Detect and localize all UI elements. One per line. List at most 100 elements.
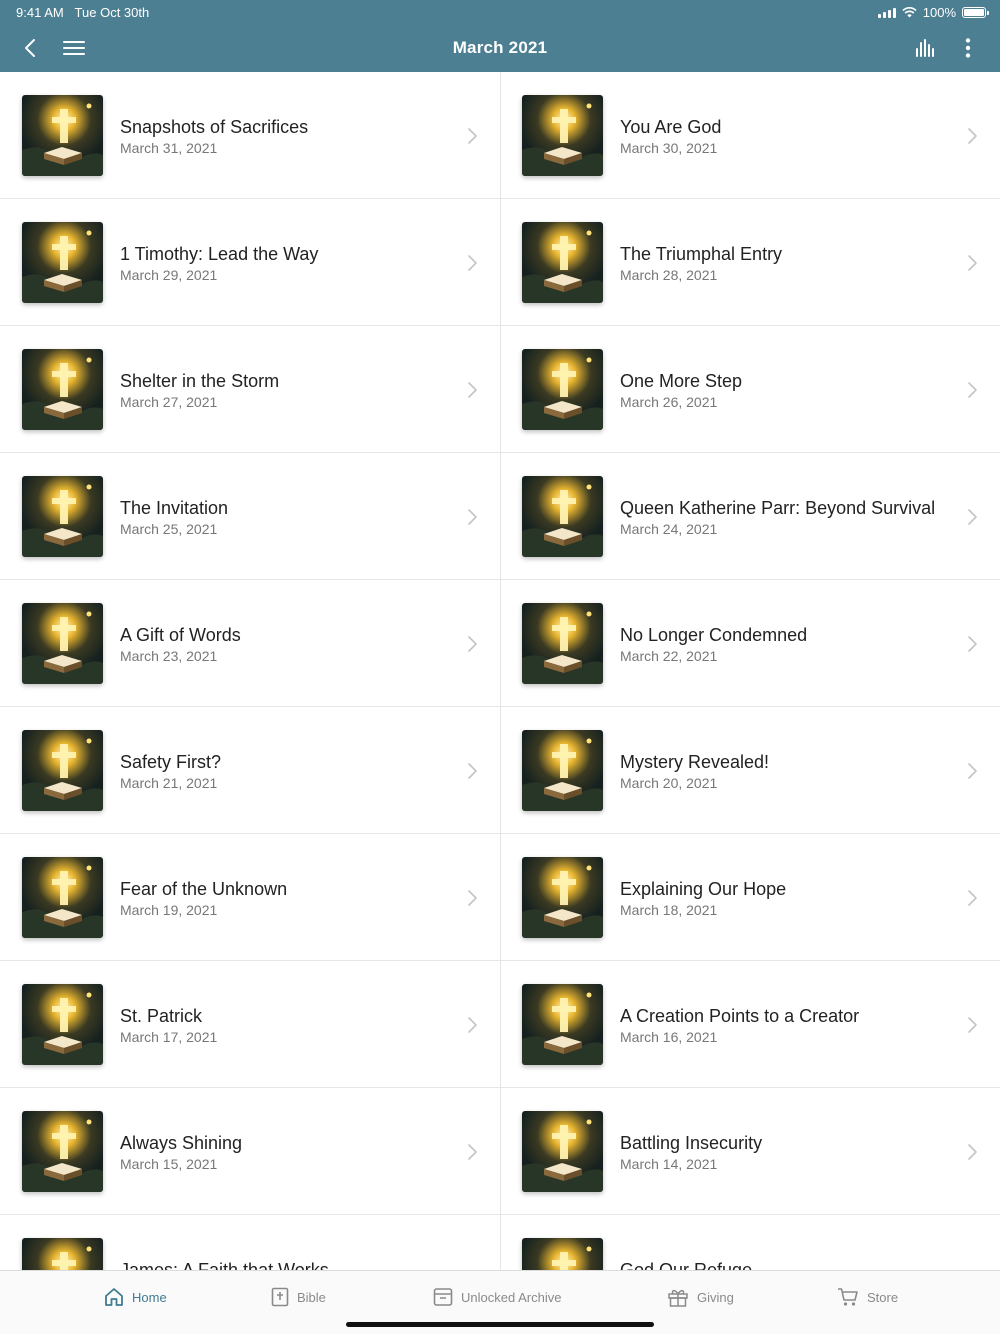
- devotion-title: No Longer Condemned: [620, 625, 808, 645]
- devotion-thumbnail: [22, 984, 103, 1065]
- bar-chart-icon: [916, 39, 934, 57]
- devotion-item[interactable]: Safety First? March 21, 2021: [0, 707, 500, 834]
- tab-home[interactable]: Home: [104, 1285, 167, 1309]
- devotion-date: March 31, 2021: [120, 140, 218, 156]
- devotion-thumbnail: [522, 857, 603, 938]
- devotion-date: March 16, 2021: [620, 1029, 718, 1045]
- devotion-thumbnail: [522, 476, 603, 557]
- home-indicator: [346, 1322, 654, 1327]
- devotion-date: March 28, 2021: [620, 267, 718, 283]
- devotion-item[interactable]: Shelter in the Storm March 27, 2021: [0, 326, 500, 453]
- devotion-item[interactable]: Explaining Our Hope March 18, 2021: [500, 834, 1000, 961]
- chevron-right-icon: [468, 1017, 477, 1033]
- devotion-date: March 15, 2021: [120, 1156, 218, 1172]
- devotion-item[interactable]: James: A Faith that Works: [0, 1215, 500, 1270]
- devotion-date: March 26, 2021: [620, 394, 718, 410]
- devotion-thumbnail: [22, 1111, 103, 1192]
- devotion-title: A Gift of Words: [120, 625, 241, 645]
- devotion-date: March 29, 2021: [120, 267, 218, 283]
- devotion-thumbnail: [22, 730, 103, 811]
- devotion-item[interactable]: One More Step March 26, 2021: [500, 326, 1000, 453]
- more-options-button[interactable]: [952, 32, 984, 64]
- devotion-date: March 14, 2021: [620, 1156, 718, 1172]
- devotion-date: March 21, 2021: [120, 775, 218, 791]
- chevron-right-icon: [968, 1144, 977, 1160]
- tab-unlocked-archive[interactable]: Unlocked Archive: [433, 1285, 561, 1309]
- cellular-signal-icon: [877, 7, 896, 18]
- devotion-item[interactable]: No Longer Condemned March 22, 2021: [500, 580, 1000, 707]
- devotion-title: The Invitation: [120, 498, 229, 518]
- status-time: 9:41 AM Tue Oct 30th: [16, 5, 150, 20]
- devotion-thumbnail: [522, 222, 603, 303]
- chevron-right-icon: [968, 382, 977, 398]
- devotion-title: Shelter in the Storm: [120, 371, 280, 391]
- tab-store-label: Store: [867, 1289, 899, 1305]
- chevron-right-icon: [468, 636, 477, 652]
- devotion-item[interactable]: The Invitation March 25, 2021: [0, 453, 500, 580]
- battery-icon: [962, 7, 989, 18]
- chevron-right-icon: [468, 255, 477, 271]
- devotion-item[interactable]: The Triumphal Entry March 28, 2021: [500, 199, 1000, 326]
- page-title: March 2021: [452, 38, 548, 57]
- archive-icon: [433, 1288, 453, 1306]
- devotion-item[interactable]: You Are God March 30, 2021: [500, 72, 1000, 199]
- devotion-item[interactable]: Battling Insecurity March 14, 2021: [500, 1088, 1000, 1215]
- devotion-title: God Our Refuge: [620, 1260, 753, 1270]
- chevron-right-icon: [968, 255, 977, 271]
- devotion-thumbnail: [522, 1238, 603, 1270]
- chevron-right-icon: [468, 128, 477, 144]
- devotion-title: Fear of the Unknown: [120, 879, 288, 899]
- tab-store[interactable]: Store: [837, 1285, 898, 1309]
- tab-bible-label: Bible: [297, 1289, 326, 1305]
- devotion-item[interactable]: A Gift of Words March 23, 2021: [0, 580, 500, 707]
- devotion-item[interactable]: A Creation Points to a Creator March 16, …: [500, 961, 1000, 1088]
- devotion-title: Safety First?: [120, 752, 222, 772]
- stats-button[interactable]: [910, 32, 942, 64]
- status-bar: 9:41 AM Tue Oct 30th 100%: [0, 0, 1000, 24]
- chevron-right-icon: [968, 1017, 977, 1033]
- chevron-right-icon: [468, 1144, 477, 1160]
- tab-home-label: Home: [132, 1289, 167, 1305]
- devotion-date: March 18, 2021: [620, 902, 718, 918]
- devotion-title: You Are God: [620, 117, 722, 137]
- tab-giving[interactable]: Giving: [667, 1285, 734, 1309]
- devotion-item[interactable]: Queen Katherine Parr: Beyond Survival Mar…: [500, 453, 1000, 580]
- devotion-item[interactable]: God Our Refuge: [500, 1215, 1000, 1270]
- devotion-item[interactable]: Snapshots of Sacrifices March 31, 2021: [0, 72, 500, 199]
- cart-icon: [838, 1288, 858, 1306]
- chevron-right-icon: [468, 509, 477, 525]
- devotion-title: 1 Timothy: Lead the Way: [120, 244, 319, 264]
- devotion-item[interactable]: 1 Timothy: Lead the Way March 29, 2021: [0, 199, 500, 326]
- devotion-title: St. Patrick: [120, 1006, 203, 1026]
- bible-icon: [271, 1287, 289, 1307]
- devotion-list: Snapshots of Sacrifices March 31, 2021 You…: [0, 72, 1000, 1270]
- chevron-right-icon: [968, 509, 977, 525]
- chevron-right-icon: [968, 763, 977, 779]
- devotion-item[interactable]: Mystery Revealed! March 20, 2021: [500, 707, 1000, 834]
- tab-unlocked-archive-label: Unlocked Archive: [461, 1289, 562, 1305]
- devotion-thumbnail: [22, 1238, 103, 1270]
- home-icon: [105, 1288, 123, 1306]
- devotion-date: March 30, 2021: [620, 140, 718, 156]
- devotion-thumbnail: [22, 857, 103, 938]
- devotion-thumbnail: [22, 349, 103, 430]
- devotion-title: One More Step: [620, 371, 743, 391]
- devotion-item[interactable]: St. Patrick March 17, 2021: [0, 961, 500, 1088]
- devotion-thumbnail: [522, 603, 603, 684]
- tab-bar: Home Bible Unlocked Archive Giving Store: [0, 1270, 1000, 1334]
- tab-bible[interactable]: Bible: [271, 1285, 326, 1309]
- chevron-right-icon: [468, 890, 477, 906]
- devotion-item[interactable]: Fear of the Unknown March 19, 2021: [0, 834, 500, 961]
- devotion-date: March 22, 2021: [620, 648, 718, 664]
- devotion-title: Mystery Revealed!: [620, 752, 770, 772]
- devotion-title: Always Shining: [120, 1133, 243, 1153]
- devotion-date: March 17, 2021: [120, 1029, 218, 1045]
- chevron-right-icon: [968, 890, 977, 906]
- devotion-title: Battling Insecurity: [620, 1133, 763, 1153]
- devotion-item[interactable]: Always Shining March 15, 2021: [0, 1088, 500, 1215]
- devotion-thumbnail: [522, 95, 603, 176]
- status-right: 100%: [877, 5, 989, 20]
- devotion-title: Snapshots of Sacrifices: [120, 117, 309, 137]
- app-header: 9:41 AM Tue Oct 30th 100% March 2021: [0, 0, 1000, 72]
- devotion-date: March 27, 2021: [120, 394, 218, 410]
